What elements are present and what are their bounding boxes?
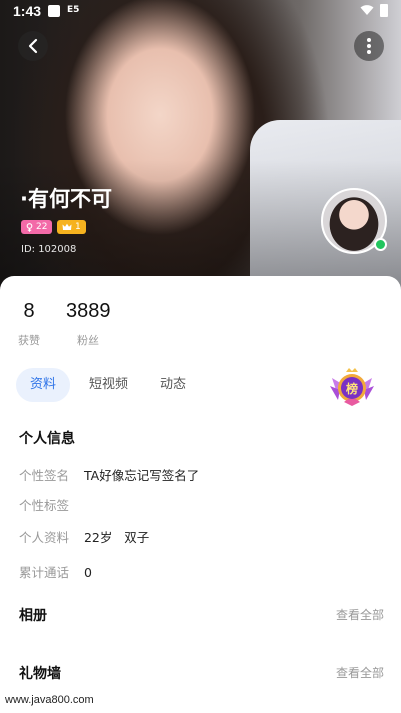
ranking-badge-icon[interactable]: 榜 [328,364,376,408]
level-value: 1 [75,222,81,232]
tab-moments[interactable]: 动态 [160,368,186,402]
info-key: 个性签名 [19,468,70,483]
tab-short-videos[interactable]: 短视频 [89,368,128,402]
info-row-profile: 个人资料 22岁 双子 [19,527,149,546]
tab-profile-info[interactable]: 资料 [16,368,70,402]
likes-stat: 8 获赞 [18,300,40,348]
ranking-badge-text: 榜 [346,381,358,396]
notification-icon [48,5,60,17]
wifi-icon [360,5,374,15]
likes-count: 8 [23,300,35,322]
info-key: 个性标签 [19,498,70,513]
battery-icon [380,4,388,17]
level-badge: 1 [57,220,86,234]
album-see-all-link[interactable]: 查看全部 [336,606,384,623]
watermark-text: www.java800.com [5,694,94,706]
info-row-call-total: 累计通话 0 [19,562,92,581]
album-title: 相册 [19,608,47,624]
female-icon [26,222,33,232]
info-row-signature: 个性签名 TA好像忘记写签名了 [19,465,199,484]
gender-age-badge: 22 [21,220,53,234]
fans-label: 粉丝 [77,334,99,347]
likes-label: 获赞 [18,334,40,347]
profile-name: ·有何不可 [20,187,112,211]
gift-wall-title: 礼物墙 [19,666,61,682]
back-button[interactable] [18,31,48,61]
age-value: 22 [36,222,48,232]
fans-stat[interactable]: 3889 粉丝 [66,300,111,348]
chevron-left-icon [28,38,38,54]
info-row-tags: 个性标签 [19,495,80,514]
status-time: 1:43 [13,3,42,19]
more-vertical-icon [367,38,371,54]
fans-count: 3889 [66,300,111,322]
info-value: TA好像忘记写签名了 [83,468,200,483]
info-key: 个人资料 [19,530,70,545]
personal-info-title: 个人信息 [19,431,75,447]
info-key: 累计通话 [19,565,70,580]
user-id: ID: 102008 [21,244,77,255]
more-options-button[interactable] [354,31,384,61]
sim-icon: E5 [67,5,80,15]
status-bar: 1:43 E5 [0,0,401,24]
crown-icon [62,223,72,230]
info-value: 22岁 双子 [83,530,150,545]
gift-wall-see-all-link[interactable]: 查看全部 [336,664,384,681]
info-value: 0 [83,565,92,580]
online-status-dot [374,238,387,251]
